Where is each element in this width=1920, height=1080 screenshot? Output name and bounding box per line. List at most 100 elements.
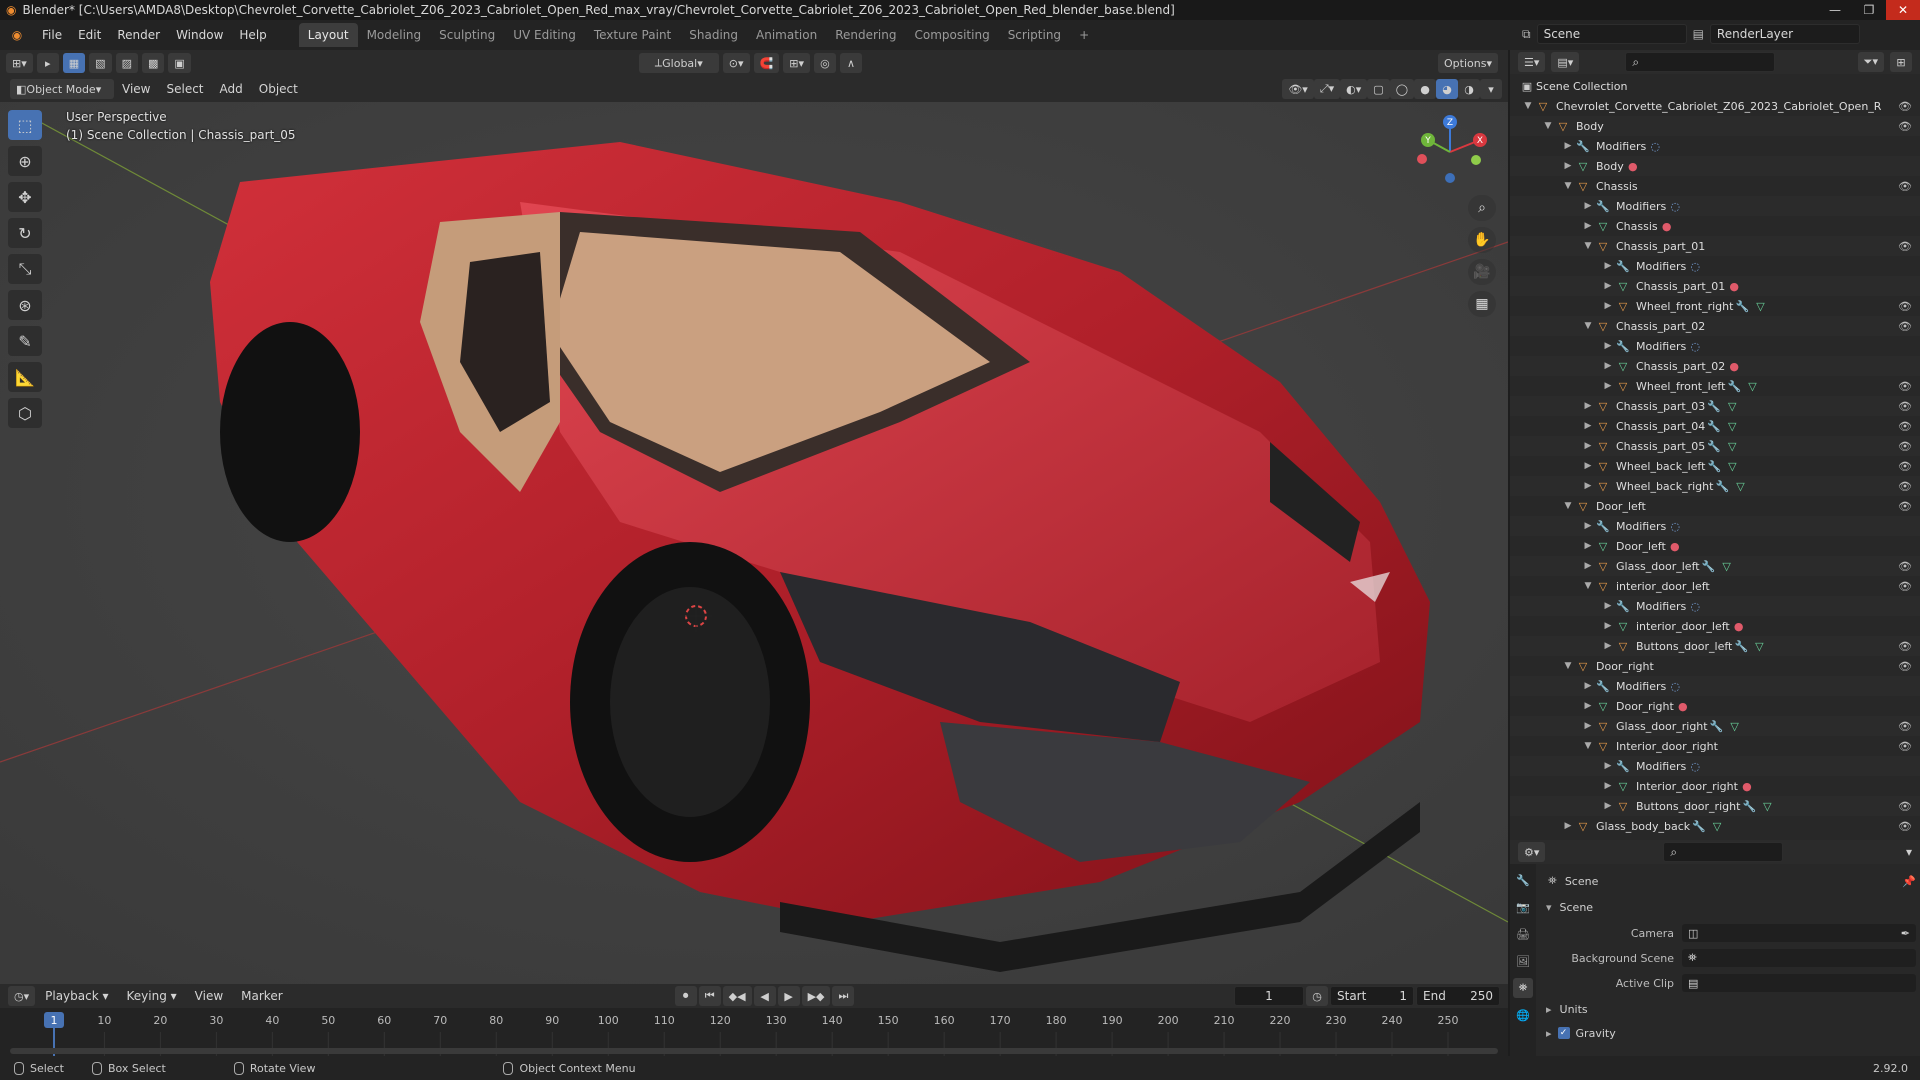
visibility-eye-icon[interactable]: 👁 [1898, 120, 1912, 133]
collapse-arrow-icon[interactable]: ▼ [1582, 741, 1594, 751]
expand-arrow-icon[interactable]: ▶ [1582, 421, 1594, 431]
outliner-row[interactable]: ▶ 🔧 Modifiers ◌ [1510, 676, 1920, 696]
camera-field[interactable]: ◫ ✒ [1682, 924, 1916, 942]
outliner-row[interactable]: ▶ ▽ Chassis_part_05 🔧 ▽ 👁 [1510, 436, 1920, 456]
expand-arrow-icon[interactable]: ▶ [1582, 561, 1594, 571]
visibility-eye-icon[interactable]: 👁 [1898, 720, 1912, 733]
outliner-row[interactable]: ▶ 🔧 Modifiers ◌ [1510, 196, 1920, 216]
tool-tab-icon[interactable]: 🔧 [1513, 870, 1533, 890]
menu-file[interactable]: File [34, 28, 70, 42]
outliner-row[interactable]: ▼ ▽ Door_left 👁 [1510, 496, 1920, 516]
visibility-eye-icon[interactable]: 👁 [1898, 660, 1912, 673]
tab-compositing[interactable]: Compositing [905, 23, 998, 47]
outliner-row[interactable]: ▼ ▽ Interior_door_right 👁 [1510, 736, 1920, 756]
collapse-arrow-icon[interactable]: ▼ [1582, 241, 1594, 251]
display-mode-icon[interactable]: ▤▾ [1551, 52, 1580, 72]
next-keyframe-icon[interactable]: ▶◆ [801, 986, 831, 1006]
outliner-row[interactable]: ▶ ▽ Door_left ● [1510, 536, 1920, 556]
collapse-arrow-icon[interactable]: ▼ [1522, 101, 1534, 111]
outliner-row[interactable]: ▶ ▽ Wheel_front_left 🔧 ▽ 👁 [1510, 376, 1920, 396]
scene-tab-icon[interactable]: ⛯ [1513, 978, 1533, 998]
filter-icon[interactable]: ⏷▾ [1857, 52, 1884, 72]
selection-mode-new-icon[interactable]: ▦ [62, 53, 86, 73]
expand-arrow-icon[interactable]: ▶ [1582, 201, 1594, 211]
tab-layout[interactable]: Layout [298, 23, 358, 47]
background-scene-field[interactable]: ⛯ [1682, 949, 1916, 967]
current-frame-field[interactable]: 1 [1234, 986, 1304, 1006]
menu-select[interactable]: Select [158, 82, 211, 96]
zoom-icon[interactable]: ⌕ [1468, 195, 1496, 221]
3d-viewport[interactable] [0, 102, 1508, 984]
gravity-section-header[interactable]: ▸ ✓ Gravity [1540, 1022, 1916, 1044]
collapse-arrow-icon[interactable]: ▼ [1582, 321, 1594, 331]
outliner-row[interactable]: ▶ ▽ Chassis_part_03 🔧 ▽ 👁 [1510, 396, 1920, 416]
menu-timeline-view[interactable]: View [187, 989, 231, 1003]
outliner-row[interactable]: ▶ 🔧 Modifiers ◌ [1510, 136, 1920, 156]
expand-arrow-icon[interactable]: ▶ [1562, 821, 1574, 831]
outliner-row[interactable]: ▼ ▽ Body 👁 [1510, 116, 1920, 136]
collapse-arrow-icon[interactable]: ▼ [1562, 501, 1574, 511]
play-icon[interactable]: ▶ [777, 986, 800, 1006]
outliner-row[interactable]: ▶ ▽ Chassis ● [1510, 216, 1920, 236]
tab-texture-paint[interactable]: Texture Paint [585, 23, 680, 47]
outliner-row[interactable]: ▶ ▽ Chassis_part_04 🔧 ▽ 👁 [1510, 416, 1920, 436]
gravity-checkbox[interactable]: ✓ [1557, 1027, 1570, 1039]
menu-help[interactable]: Help [231, 28, 274, 42]
visibility-eye-icon[interactable]: 👁 [1898, 320, 1912, 333]
outliner-row[interactable]: ▶ ▽ Chassis_part_02 ● [1510, 356, 1920, 376]
world-tab-icon[interactable]: 🌐 [1513, 1005, 1533, 1025]
selection-mode-subtract-icon[interactable]: ▨ [115, 53, 138, 73]
scene-section-header[interactable]: ▾ Scene [1540, 896, 1916, 918]
units-section-header[interactable]: ▸ Units [1540, 998, 1916, 1020]
outliner-editor-type-icon[interactable]: ☰▾ [1518, 52, 1546, 72]
outliner-row[interactable]: ▼ ▽ Door_right 👁 [1510, 656, 1920, 676]
expand-arrow-icon[interactable]: ▶ [1582, 701, 1594, 711]
transform-orientation-dropdown[interactable]: ⟂ Global ▾ [638, 53, 719, 73]
menu-object[interactable]: Object [251, 82, 306, 96]
outliner-row[interactable]: ▶ ▽ Buttons_door_left 🔧 ▽ 👁 [1510, 636, 1920, 656]
expand-arrow-icon[interactable]: ▶ [1602, 641, 1614, 651]
menu-keying[interactable]: Keying ▾ [119, 989, 185, 1003]
jump-start-icon[interactable]: ⏮ [698, 986, 721, 1006]
visibility-eye-icon[interactable]: 👁 [1898, 240, 1912, 253]
selection-mode-intersect-icon[interactable]: ▣ [168, 53, 191, 73]
material-preview-icon[interactable]: ◕ [1436, 79, 1458, 99]
outliner-row[interactable]: ▶ ▽ Wheel_back_left 🔧 ▽ 👁 [1510, 456, 1920, 476]
eyedropper-icon[interactable]: ✒ [1901, 927, 1910, 940]
menu-view[interactable]: View [114, 82, 158, 96]
expand-arrow-icon[interactable]: ▶ [1582, 521, 1594, 531]
visibility-eye-icon[interactable]: 👁 [1898, 180, 1912, 193]
add-cube-tool-icon[interactable]: ⬡ [8, 398, 42, 428]
outliner-row[interactable]: ▶ 🔧 Modifiers ◌ [1510, 756, 1920, 776]
rendered-shading-icon[interactable]: ◑ [1458, 79, 1480, 99]
expand-arrow-icon[interactable]: ▶ [1602, 621, 1614, 631]
collapse-arrow-icon[interactable]: ▼ [1542, 121, 1554, 131]
annotate-tool-icon[interactable]: ✎ [8, 326, 42, 356]
cursor-tool-icon[interactable]: ⊕ [8, 146, 42, 176]
falloff-icon[interactable]: ∧ [839, 53, 862, 73]
visibility-eye-icon[interactable]: 👁 [1898, 560, 1912, 573]
expand-arrow-icon[interactable]: ▶ [1602, 361, 1614, 371]
editor-type-icon[interactable]: ⊞▾ [6, 53, 33, 73]
end-frame-field[interactable]: End 250 [1416, 986, 1500, 1006]
pan-hand-icon[interactable]: ✋ [1468, 227, 1496, 253]
expand-arrow-icon[interactable]: ▶ [1562, 161, 1574, 171]
visibility-eye-icon[interactable]: 👁 [1898, 580, 1912, 593]
visibility-eye-icon[interactable]: 👁 [1898, 640, 1912, 653]
outliner-search-input[interactable]: ⌕ [1625, 52, 1776, 72]
preview-range-icon[interactable]: ◷ [1306, 986, 1328, 1006]
expand-arrow-icon[interactable]: ▶ [1602, 341, 1614, 351]
expand-arrow-icon[interactable]: ▶ [1562, 141, 1574, 151]
mode-dropdown[interactable]: ◧ Object Mode ▾ [10, 79, 114, 99]
timeline-ruler[interactable]: 1 10 20 30 40 50 60 70 80 90 100 110 120 130 140 150 160… [0, 1010, 1508, 1056]
expand-arrow-icon[interactable]: ▶ [1582, 221, 1594, 231]
expand-arrow-icon[interactable]: ▶ [1602, 801, 1614, 811]
tab-scripting[interactable]: Scripting [999, 23, 1070, 47]
collapse-arrow-icon[interactable]: ▼ [1562, 661, 1574, 671]
transform-tool-icon[interactable]: ⊛ [8, 290, 42, 320]
shading-options-icon[interactable]: ▾ [1480, 79, 1502, 99]
outliner-row[interactable]: ▼ ▽ interior_door_left 👁 [1510, 576, 1920, 596]
outliner-row[interactable]: ▶ ▽ Wheel_back_right 🔧 ▽ 👁 [1510, 476, 1920, 496]
expand-arrow-icon[interactable]: ▶ [1582, 401, 1594, 411]
new-collection-icon[interactable]: ⊞ [1890, 52, 1912, 72]
